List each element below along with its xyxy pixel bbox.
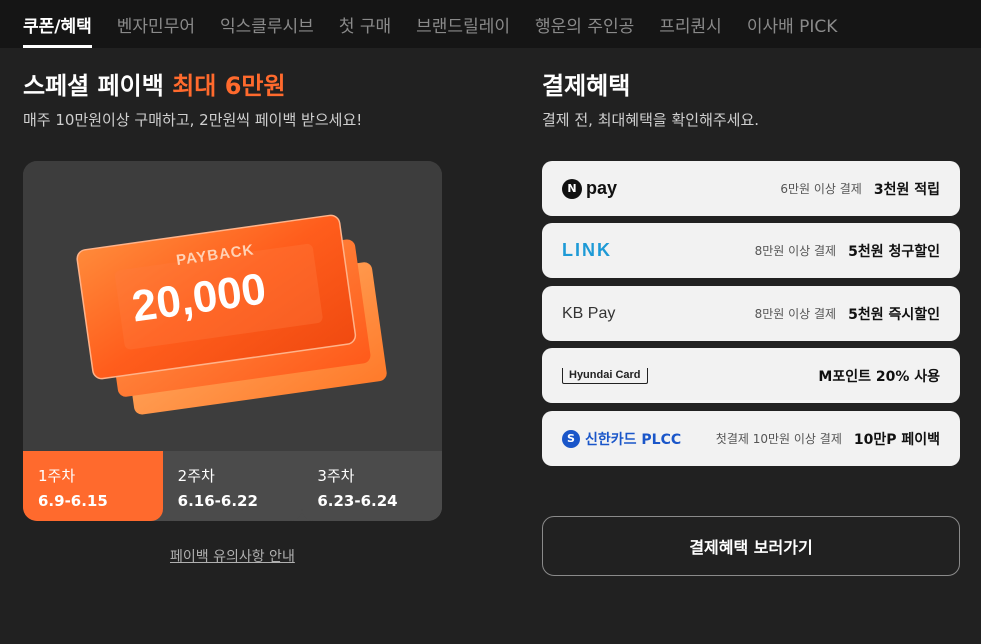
view-payment-benefits-button[interactable]: 결제혜택 보러가기 <box>542 516 960 576</box>
payment-benefit: 5천원 청구할인 <box>848 243 940 260</box>
payback-card: PAYBACK 20,000 1주차 6.9-6.15 2주차 6.16-6.2… <box>23 161 442 521</box>
payback-illustration: PAYBACK 20,000 <box>23 161 442 451</box>
payment-benefit: 10만P 페이백 <box>853 431 940 448</box>
tab-isabae-pick[interactable]: 이사배 PICK <box>747 0 838 48</box>
payment-condition: 첫결제 10만원 이상 결제 <box>715 432 842 446</box>
kbpay-logo: KB Pay <box>562 305 615 323</box>
category-tabs: 쿠폰/혜택 벤자민무어 익스클루시브 첫 구매 브랜드릴레이 행운의 주인공 프… <box>0 0 981 48</box>
payback-title: 스페셜 페이백 최대 6만원 <box>23 66 286 101</box>
payment-row-shinhan[interactable]: S 신한카드 PLCC 첫결제 10만원 이상 결제 10만P 페이백 <box>542 411 960 466</box>
tab-lucky-winner[interactable]: 행운의 주인공 <box>535 0 634 48</box>
shinhan-card-logo: S 신한카드 PLCC <box>562 429 681 449</box>
week-3-label: 3주차 <box>317 467 355 485</box>
payment-benefit: M포인트 20% 사용 <box>818 368 940 385</box>
payment-benefit: 3천원 적립 <box>873 181 940 198</box>
hyundai-card-logo: Hyundai Card <box>562 367 648 384</box>
npay-logo: N pay <box>562 178 617 199</box>
week-1-date: 6.9-6.15 <box>38 492 108 510</box>
tab-benjamin-moore[interactable]: 벤자민무어 <box>117 0 195 48</box>
shinhan-icon: S <box>562 429 580 448</box>
payback-title-text: 스페셜 페이백 <box>23 72 173 100</box>
link-logo: LINK <box>562 240 612 261</box>
week-2-date: 6.16-6.22 <box>177 492 258 510</box>
tab-brand-relay[interactable]: 브랜드릴레이 <box>416 0 510 48</box>
week-1[interactable]: 1주차 6.9-6.15 <box>23 451 163 521</box>
payment-condition: 6만원 이상 결제 <box>780 182 862 196</box>
payment-benefit-title: 결제혜택 <box>542 72 631 100</box>
kbpay-logo-text: KB Pay <box>562 304 616 322</box>
payment-row-npay[interactable]: N pay 6만원 이상 결제 3천원 적립 <box>542 161 960 216</box>
shinhan-logo-text: 신한카드 PLCC <box>585 431 682 448</box>
week-3-date: 6.23-6.24 <box>317 492 398 510</box>
payment-condition: 8만원 이상 결제 <box>754 244 837 258</box>
payment-condition: 8만원 이상 결제 <box>754 307 837 321</box>
week-3[interactable]: 3주차 6.23-6.24 <box>302 451 442 521</box>
payment-benefit-subtitle: 결제 전, 최대혜택을 확인해주세요. <box>542 111 760 129</box>
payback-notice-link[interactable]: 페이백 유의사항 안내 <box>170 546 295 566</box>
payback-cards-graphic: PAYBACK 20,000 <box>76 214 387 415</box>
tab-exclusive[interactable]: 익스클루시브 <box>220 0 314 48</box>
payback-title-highlight: 최대 6만원 <box>172 72 286 100</box>
payment-row-hyundai[interactable]: Hyundai Card M포인트 20% 사용 <box>542 348 960 403</box>
tab-coupon-benefit[interactable]: 쿠폰/혜택 <box>23 0 92 48</box>
link-logo-text: LINK <box>562 240 612 260</box>
payment-row-link[interactable]: LINK 8만원 이상 결제 5천원 청구할인 <box>542 223 960 278</box>
tab-first-purchase[interactable]: 첫 구매 <box>339 0 391 48</box>
payment-row-kbpay[interactable]: KB Pay 8만원 이상 결제 5천원 즉시할인 <box>542 286 960 341</box>
npay-icon: N <box>562 178 582 199</box>
week-1-label: 1주차 <box>38 467 76 485</box>
week-selector: 1주차 6.9-6.15 2주차 6.16-6.22 3주차 6.23-6.24 <box>23 451 442 521</box>
npay-logo-text: pay <box>586 178 618 198</box>
tab-frequency[interactable]: 프리퀀시 <box>659 0 722 48</box>
week-2[interactable]: 2주차 6.16-6.22 <box>162 451 303 521</box>
week-2-label: 2주차 <box>177 467 215 485</box>
payback-subtitle: 매주 10만원이상 구매하고, 2만원씩 페이백 받으세요! <box>23 111 363 129</box>
hyundai-card-logo-text: Hyundai Card <box>562 367 648 384</box>
payment-benefit: 5천원 즉시할인 <box>848 306 940 323</box>
